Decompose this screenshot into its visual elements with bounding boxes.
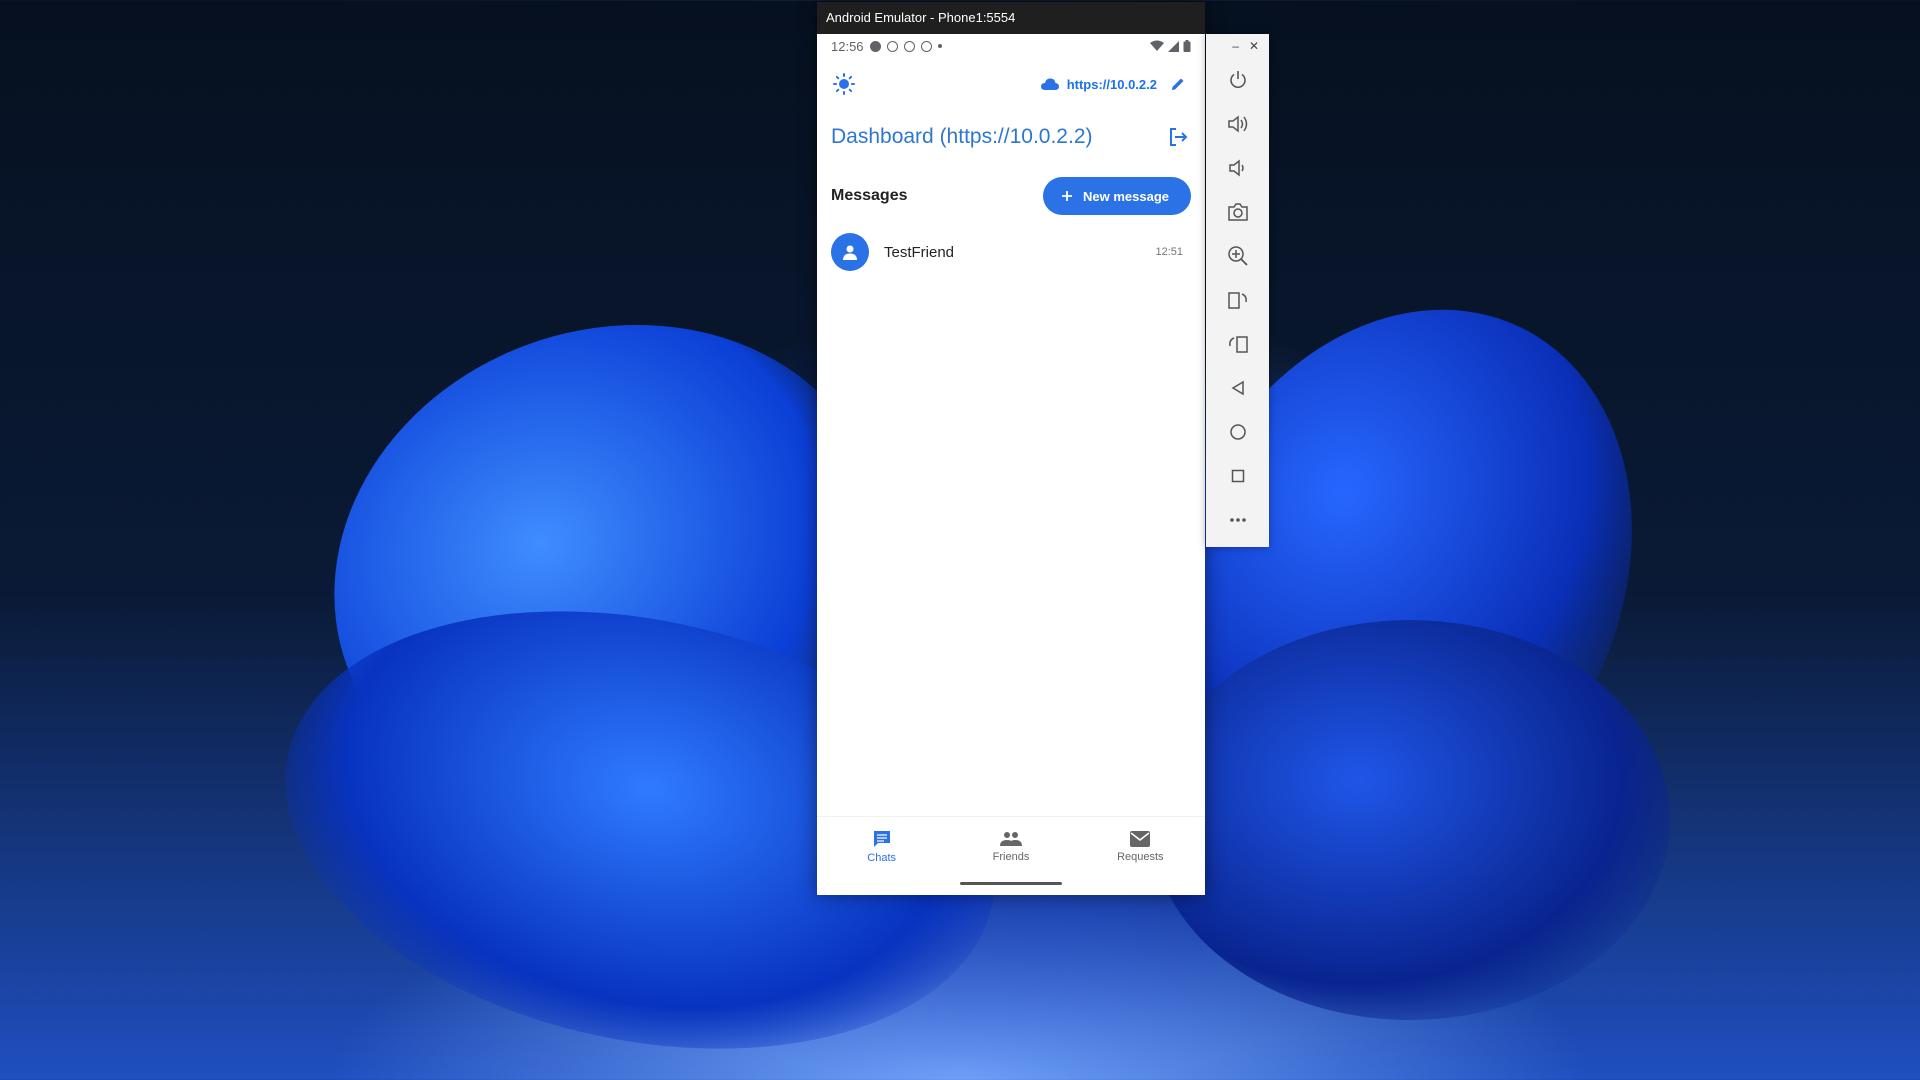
chat-timestamp: 12:51 bbox=[1155, 246, 1183, 258]
rotate-right-button[interactable] bbox=[1218, 322, 1258, 366]
mail-icon bbox=[1130, 830, 1151, 847]
app-top-bar: https://10.0.2.2 bbox=[817, 58, 1205, 110]
theme-toggle-button[interactable] bbox=[831, 71, 857, 97]
rotate-left-button[interactable] bbox=[1218, 278, 1258, 322]
window-title: Android Emulator - Phone1:5554 bbox=[826, 10, 1016, 25]
back-button[interactable] bbox=[1218, 366, 1258, 410]
rotate-right-icon bbox=[1228, 336, 1248, 353]
nav-chats-label: Chats bbox=[867, 851, 897, 864]
battery-icon bbox=[1183, 40, 1191, 52]
rotate-left-icon bbox=[1227, 292, 1247, 309]
pencil-icon bbox=[1172, 78, 1184, 90]
alert-icon bbox=[869, 40, 881, 52]
zoom-button[interactable] bbox=[1218, 234, 1258, 278]
minimize-icon[interactable]: – bbox=[1232, 39, 1239, 53]
volume-up-button[interactable] bbox=[1218, 102, 1258, 146]
edit-server-button[interactable] bbox=[1165, 71, 1191, 97]
window-title-bar[interactable]: Android Emulator - Phone1:5554 bbox=[817, 2, 1205, 34]
shield-icon bbox=[920, 40, 932, 52]
screenshot-button[interactable] bbox=[1218, 190, 1258, 234]
emulator-side-toolbar: – ✕ bbox=[1206, 34, 1269, 547]
settings-icon bbox=[903, 40, 915, 52]
chat-icon bbox=[873, 830, 890, 847]
power-icon bbox=[1229, 71, 1246, 88]
dashboard-header: Dashboard (https://10.0.2.2) bbox=[817, 110, 1205, 164]
person-icon bbox=[843, 245, 857, 260]
close-icon[interactable]: ✕ bbox=[1249, 39, 1259, 53]
home-button[interactable] bbox=[1218, 410, 1258, 454]
avatar bbox=[831, 233, 869, 271]
overview-icon bbox=[1231, 469, 1244, 483]
server-url: https://10.0.2.2 bbox=[1066, 76, 1157, 92]
volume-down-button[interactable] bbox=[1218, 146, 1258, 190]
side-window-controls: – ✕ bbox=[1206, 34, 1269, 58]
camera-icon bbox=[1227, 203, 1248, 221]
status-time: 12:56 bbox=[831, 38, 864, 54]
logout-button[interactable] bbox=[1165, 124, 1191, 150]
new-message-button[interactable]: New message bbox=[1043, 177, 1191, 215]
cloud-icon bbox=[1040, 78, 1059, 90]
wifi-icon bbox=[1150, 40, 1164, 51]
nav-friends-label: Friends bbox=[992, 850, 1030, 863]
nav-friends[interactable]: Friends bbox=[946, 817, 1075, 876]
info-icon bbox=[886, 40, 898, 52]
nav-requests-label: Requests bbox=[1117, 850, 1164, 863]
chat-list-item[interactable]: TestFriend 12:51 bbox=[817, 224, 1205, 280]
home-icon bbox=[1229, 424, 1246, 440]
messages-header: Messages New message bbox=[817, 168, 1205, 224]
logout-icon bbox=[1170, 128, 1188, 146]
plus-icon bbox=[1062, 191, 1072, 201]
more-icon bbox=[1229, 518, 1246, 522]
signal-icon bbox=[1168, 40, 1179, 52]
emulator-window: Android Emulator - Phone1:5554 12:56 htt… bbox=[817, 2, 1205, 895]
zoom-icon bbox=[1227, 246, 1248, 266]
messages-heading: Messages bbox=[831, 187, 908, 204]
volume-up-icon bbox=[1227, 115, 1247, 133]
server-indicator[interactable]: https://10.0.2.2 bbox=[1040, 71, 1191, 97]
notification-dot-icon bbox=[937, 44, 942, 48]
overview-button[interactable] bbox=[1218, 454, 1258, 498]
android-status-bar: 12:56 bbox=[817, 34, 1205, 58]
new-message-label: New message bbox=[1083, 188, 1169, 204]
nav-chats[interactable]: Chats bbox=[817, 817, 946, 876]
page-title: Dashboard (https://10.0.2.2) bbox=[831, 125, 1093, 148]
gesture-home-bar[interactable] bbox=[960, 882, 1062, 885]
back-icon bbox=[1231, 380, 1244, 396]
sun-icon bbox=[833, 73, 855, 95]
nav-requests[interactable]: Requests bbox=[1076, 817, 1205, 876]
people-icon bbox=[999, 831, 1022, 846]
bottom-navigation: Chats Friends Requests bbox=[817, 816, 1205, 876]
wallpaper-bloom bbox=[1150, 620, 1670, 1020]
chat-contact-name: TestFriend bbox=[884, 243, 955, 261]
volume-down-icon bbox=[1228, 159, 1244, 177]
more-button[interactable] bbox=[1218, 498, 1258, 542]
power-button[interactable] bbox=[1218, 58, 1258, 102]
